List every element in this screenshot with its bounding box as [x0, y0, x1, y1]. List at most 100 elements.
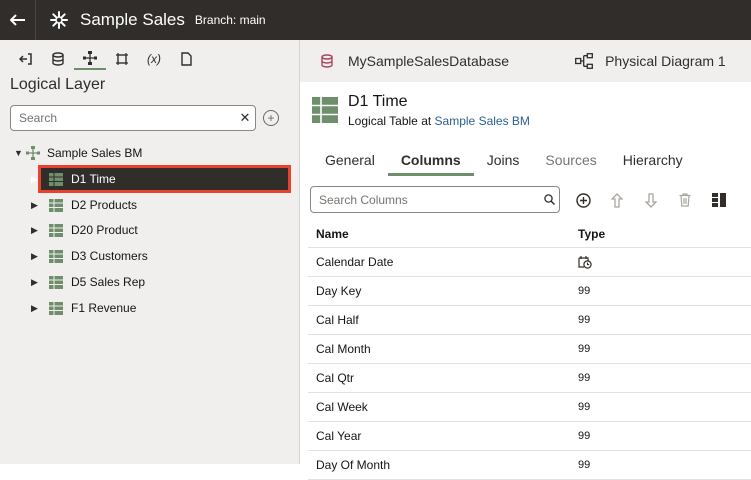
- table-icon: [49, 198, 63, 212]
- column-type: 99: [578, 372, 591, 384]
- table-row[interactable]: Cal Qtr 99: [308, 364, 751, 393]
- caret-right-icon[interactable]: ▶: [31, 303, 43, 314]
- arrow-left-icon: [9, 14, 25, 26]
- tree-item-d3-customers[interactable]: ▶ D3 Customers: [31, 245, 148, 267]
- header-name[interactable]: Name: [308, 227, 578, 241]
- table-row[interactable]: Cal Month 99: [308, 335, 751, 364]
- table-row[interactable]: Cal Week 99: [308, 393, 751, 422]
- database-icon: [52, 52, 64, 66]
- search-icon[interactable]: [539, 190, 559, 210]
- column-type: 99: [578, 343, 591, 355]
- column-name: Cal Week: [316, 400, 368, 414]
- physical-layer-button[interactable]: [42, 48, 74, 70]
- table-row[interactable]: Calendar Date: [308, 248, 751, 277]
- tab-columns[interactable]: Columns: [387, 150, 474, 176]
- trash-icon: [679, 193, 691, 207]
- tree-root[interactable]: ▼ Sample Sales BM: [14, 142, 142, 164]
- column-name: Cal Month: [316, 342, 371, 356]
- panel-title: Logical Layer: [10, 76, 106, 93]
- entity-subtitle: Logical Table at Sample Sales BM: [348, 114, 530, 128]
- hierarchy-icon: [83, 51, 97, 65]
- column-search-input[interactable]: [319, 192, 539, 207]
- column-name: Day Of Month: [316, 458, 391, 472]
- variable-icon: (x): [147, 52, 161, 66]
- editor-tabs: General Columns Joins Sources Hierarchy: [312, 150, 696, 176]
- frame-icon: [116, 53, 128, 65]
- diagram-icon: [575, 53, 594, 69]
- entity-at: at: [421, 114, 432, 128]
- tree-item-label: D5 Sales Rep: [71, 275, 146, 289]
- caret-right-icon[interactable]: ▶: [31, 200, 43, 211]
- documents-button[interactable]: [170, 48, 202, 70]
- search-input[interactable]: [19, 111, 235, 125]
- table-icon: [49, 172, 63, 186]
- entity-title: D1 Time: [348, 93, 408, 110]
- table-icon: [49, 275, 63, 289]
- variables-button[interactable]: (x): [138, 48, 170, 70]
- tree-root-label: Sample Sales BM: [47, 146, 143, 160]
- entity-type: Logical Table: [348, 114, 418, 128]
- semantic-model-icon: [50, 11, 68, 29]
- table-icon: [49, 301, 63, 315]
- layout-toggle-button[interactable]: [702, 190, 736, 210]
- left-panel: (x) Logical Layer ✕ + ▼ Sample Sales BM …: [0, 40, 300, 464]
- add-column-button[interactable]: [566, 190, 600, 210]
- column-name: Cal Year: [316, 429, 362, 443]
- tree-item-d2-products[interactable]: ▶ D2 Products: [31, 194, 137, 216]
- back-arrow-icon: [19, 53, 32, 65]
- tab-hierarchy[interactable]: Hierarchy: [610, 150, 696, 176]
- arrow-down-icon: [645, 192, 657, 208]
- editor-panel: MySampleSalesDatabase Physical Diagram 1…: [300, 40, 751, 480]
- tree-item-label: D2 Products: [71, 198, 138, 212]
- header-type[interactable]: Type: [578, 227, 751, 241]
- presentation-layer-button[interactable]: [106, 48, 138, 70]
- tree-item-d5-sales-rep[interactable]: ▶ D5 Sales Rep: [31, 271, 145, 293]
- table-row[interactable]: Cal Half 99: [308, 306, 751, 335]
- column-name: Cal Half: [316, 313, 359, 327]
- diagram-tab[interactable]: Physical Diagram 1: [605, 53, 726, 69]
- context-bar: MySampleSalesDatabase Physical Diagram 1: [300, 40, 751, 82]
- table-row[interactable]: Day Key 99: [308, 277, 751, 306]
- clear-icon[interactable]: ✕: [235, 110, 255, 126]
- tab-general[interactable]: General: [312, 150, 388, 176]
- columns-layout-icon: [712, 193, 726, 207]
- move-up-button[interactable]: [600, 190, 634, 210]
- column-name: Cal Qtr: [316, 371, 355, 385]
- column-type: 99: [578, 459, 591, 471]
- column-actions: [566, 190, 736, 210]
- datetime-icon: [578, 256, 592, 269]
- add-icon[interactable]: +: [263, 110, 279, 126]
- column-name: Calendar Date: [316, 255, 394, 269]
- back-arrow-button[interactable]: [10, 48, 42, 70]
- caret-down-icon[interactable]: ▼: [14, 148, 26, 158]
- arrow-up-icon: [611, 192, 623, 208]
- tree-item-d1-time[interactable]: ▶ D1 Time: [31, 165, 291, 193]
- move-down-button[interactable]: [634, 190, 668, 210]
- tree-item-label: D3 Customers: [71, 249, 148, 263]
- table-row[interactable]: Day Of Month 99: [308, 451, 751, 480]
- back-button[interactable]: [0, 0, 36, 40]
- table-icon: [49, 223, 63, 237]
- column-type: 99: [578, 314, 591, 326]
- document-icon: [180, 52, 192, 66]
- add-icon: [575, 192, 591, 208]
- logical-table-icon: [312, 97, 338, 123]
- column-type: 99: [578, 401, 591, 413]
- database-icon: [321, 54, 333, 68]
- table-row[interactable]: Cal Year 99: [308, 422, 751, 451]
- caret-right-icon[interactable]: ▶: [31, 174, 43, 185]
- logical-layer-button[interactable]: [74, 48, 106, 70]
- tree-item-label: D1 Time: [71, 172, 116, 186]
- caret-right-icon[interactable]: ▶: [31, 251, 43, 262]
- tab-joins[interactable]: Joins: [474, 150, 533, 176]
- parent-model-link[interactable]: Sample Sales BM: [435, 114, 530, 128]
- column-type: [578, 255, 751, 269]
- delete-button[interactable]: [668, 190, 702, 210]
- database-tab[interactable]: MySampleSalesDatabase: [348, 53, 509, 69]
- tree-item-f1-revenue[interactable]: ▶ F1 Revenue: [31, 297, 136, 319]
- business-model-icon: [26, 146, 40, 160]
- caret-right-icon[interactable]: ▶: [31, 277, 43, 288]
- tree-item-d20-product[interactable]: ▶ D20 Product: [31, 219, 138, 241]
- caret-right-icon[interactable]: ▶: [31, 225, 43, 236]
- tab-sources[interactable]: Sources: [532, 150, 609, 176]
